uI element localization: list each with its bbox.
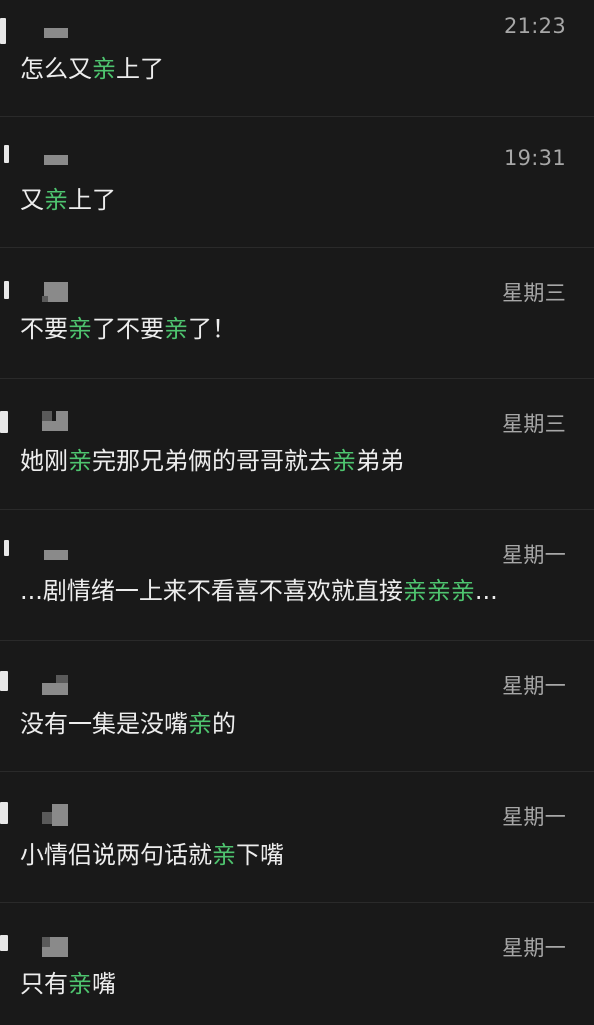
- avatar: [0, 935, 8, 951]
- search-results-list: 21:23 怎么又亲上了 19:31 又亲上了 星期三 不要亲了不要亲了！ 星期…: [0, 0, 594, 1024]
- sender-name: [42, 22, 70, 44]
- result-message: 只有亲嘴: [20, 964, 566, 999]
- result-message: 小情侣说两句话就亲下嘴: [20, 835, 566, 870]
- result-time: 星期一: [502, 674, 566, 698]
- result-time: 21:23: [503, 14, 566, 38]
- result-time: 星期三: [502, 412, 566, 436]
- result-message: 不要亲了不要亲了！: [20, 309, 566, 344]
- highlighted-keyword: 亲: [164, 315, 188, 343]
- avatar: [4, 145, 9, 163]
- highlighted-keyword: 亲亲亲: [402, 577, 475, 605]
- message-text: 又: [20, 186, 44, 214]
- highlighted-keyword: 亲: [44, 186, 68, 214]
- highlighted-keyword: 亲: [68, 970, 92, 998]
- result-item[interactable]: 星期三 她刚亲完那兄弟俩的哥哥就去亲弟弟: [0, 379, 594, 510]
- sender-name: [42, 937, 72, 959]
- message-text: 小情侣说两句话就: [20, 841, 212, 869]
- highlighted-keyword: 亲: [332, 447, 356, 475]
- highlighted-keyword: 亲: [92, 55, 116, 83]
- result-time: 星期一: [502, 805, 566, 829]
- highlighted-keyword: 亲: [68, 315, 92, 343]
- result-message: 怎么又亲上了: [20, 49, 566, 84]
- result-item[interactable]: 21:23 怎么又亲上了: [0, 0, 594, 117]
- result-item[interactable]: 星期一 小情侣说两句话就亲下嘴: [0, 772, 594, 903]
- message-text: 怎么又: [20, 55, 92, 83]
- result-time: 星期三: [502, 281, 566, 305]
- message-text: 她刚: [20, 447, 68, 475]
- message-text: 了！: [188, 315, 236, 343]
- result-message: 没有一集是没嘴亲的: [20, 704, 566, 739]
- message-text: 嘴: [92, 970, 116, 998]
- avatar: [4, 281, 9, 299]
- avatar: [0, 411, 8, 433]
- avatar: [4, 540, 9, 556]
- message-text: 只有: [20, 970, 68, 998]
- result-message: ...剧情绪一上来不看喜不喜欢就直接亲亲亲...: [20, 571, 566, 606]
- message-text: 了不要: [92, 315, 164, 343]
- result-item[interactable]: 19:31 又亲上了: [0, 117, 594, 248]
- result-item[interactable]: 星期一 ...剧情绪一上来不看喜不喜欢就直接亲亲亲...: [0, 510, 594, 641]
- avatar: [0, 802, 8, 824]
- result-message: 又亲上了: [20, 180, 566, 215]
- message-text: 上了: [116, 55, 164, 83]
- avatar: [0, 671, 8, 691]
- result-item[interactable]: 星期一 没有一集是没嘴亲的: [0, 641, 594, 772]
- sender-name: [42, 282, 72, 304]
- result-time: 星期一: [502, 543, 566, 567]
- highlighted-keyword: 亲: [212, 841, 236, 869]
- message-text: 弟弟: [356, 447, 404, 475]
- sender-name: [42, 675, 72, 697]
- message-text: 下嘴: [236, 841, 284, 869]
- message-text: 没有一集是没嘴: [20, 710, 188, 738]
- sender-name: [42, 151, 70, 173]
- sender-name: [42, 546, 70, 568]
- highlighted-keyword: 亲: [68, 447, 92, 475]
- message-text: ...剧情绪一上来不看喜不喜欢就直接: [20, 577, 403, 605]
- result-item[interactable]: 星期三 不要亲了不要亲了！: [0, 248, 594, 379]
- sender-name: [42, 411, 72, 433]
- result-item[interactable]: 星期一 只有亲嘴: [0, 903, 594, 1025]
- message-text: 上了: [68, 186, 116, 214]
- result-time: 星期一: [502, 936, 566, 960]
- message-text: ...: [474, 577, 498, 605]
- result-message: 她刚亲完那兄弟俩的哥哥就去亲弟弟: [20, 441, 566, 476]
- message-text: 不要: [20, 315, 68, 343]
- sender-name: [42, 804, 72, 826]
- message-text: 完那兄弟俩的哥哥就去: [92, 447, 332, 475]
- result-time: 19:31: [503, 146, 566, 170]
- highlighted-keyword: 亲: [188, 710, 212, 738]
- message-text: 的: [212, 710, 236, 738]
- avatar: [0, 18, 6, 44]
